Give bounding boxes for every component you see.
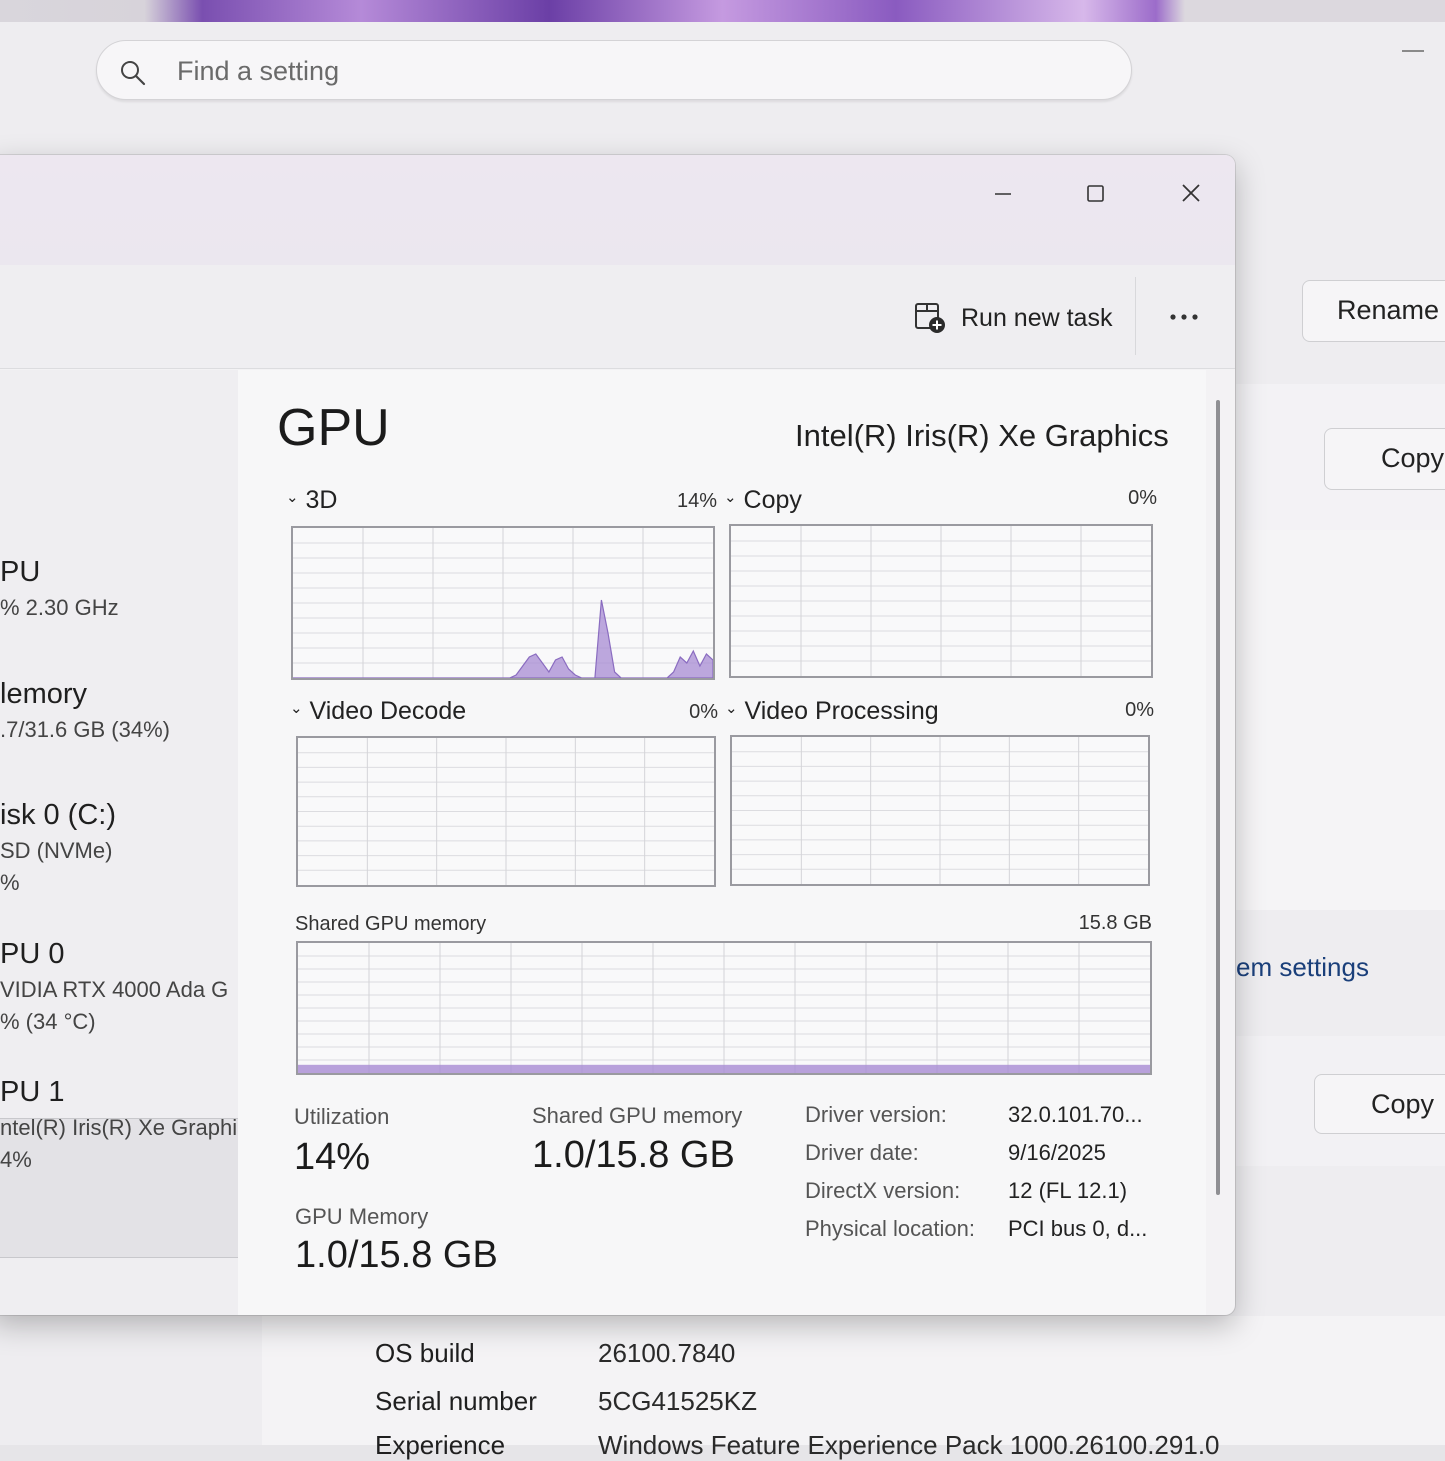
driver-date-label: Driver date: (805, 1140, 919, 1165)
pane-scrollbar[interactable] (1216, 400, 1220, 1195)
graph-copy (729, 524, 1153, 678)
graph-shared-memory (296, 941, 1152, 1075)
utilization-label: Utilization (294, 1104, 390, 1129)
sidebar-item-detail: 4% (0, 1147, 32, 1172)
sidebar-item-title: PU (0, 556, 41, 588)
engine-3d-percent: 14% (676, 490, 717, 512)
shared-gpu-memory-value: 1.0/15.8 GB (532, 1134, 735, 1176)
gpu-adapter-name: Intel(R) Iris(R) Xe Graphics (795, 418, 1169, 453)
engine-video-processing-selector[interactable]: ⌄ Video Processing (725, 697, 939, 726)
sidebar-item-detail: VIDIA RTX 4000 Ada G (0, 977, 229, 1002)
shared-memory-graph-max: 15.8 GB (1078, 912, 1152, 934)
spec-label-os-build: OS build (375, 1338, 475, 1368)
chevron-down-icon: ⌄ (725, 700, 738, 717)
engine-video-decode-selector[interactable]: ⌄ Video Decode (290, 697, 466, 726)
run-new-task-button[interactable]: Run new task (913, 293, 1112, 343)
gpu-memory-label: GPU Memory (295, 1204, 429, 1229)
close-icon[interactable] (1173, 167, 1229, 213)
shared-memory-usage-bar (298, 1064, 1150, 1073)
windows-specifications (262, 1316, 1445, 1445)
spec-label-experience: Experience (375, 1430, 506, 1460)
sidebar-item-disk-0[interactable]: isk 0 (C:) SD (NVMe) % (0, 799, 240, 896)
spec-value-os-build: 26100.7840 (598, 1338, 736, 1368)
sidebar-item-gpu-0[interactable]: PU 0 VIDIA RTX 4000 Ada G % (34 °C) (0, 938, 240, 1035)
graph-grid (731, 526, 1151, 676)
directx-version-value: 12 (FL 12.1) (1008, 1178, 1128, 1203)
sidebar-item-detail: % (34 °C) (0, 1009, 96, 1034)
directx-version-label: DirectX version: (805, 1178, 961, 1203)
engine-copy-percent: 0% (1128, 487, 1157, 509)
gpu-memory-value: 1.0/15.8 GB (295, 1234, 498, 1276)
copy-device-specs-button[interactable]: Copy (1324, 428, 1445, 490)
graph-3d-plot (293, 528, 713, 678)
rename-pc-button[interactable]: Rename (1302, 280, 1445, 342)
graph-copy-plot (731, 526, 1151, 676)
graph-video-processing-plot (732, 737, 1148, 884)
maximize-icon[interactable] (1078, 167, 1134, 213)
driver-version-value: 32.0.101.70... (1008, 1102, 1143, 1127)
page-title: GPU (277, 399, 390, 457)
run-task-icon (915, 303, 945, 333)
command-bar: Run new task (0, 265, 1235, 369)
minimize-icon[interactable] (985, 167, 1041, 213)
sidebar-item-title: lemory (0, 678, 88, 710)
sidebar-item-title: isk 0 (C:) (0, 799, 116, 831)
sidebar-item-detail: ntel(R) Iris(R) Xe Graphi (0, 1115, 238, 1140)
chevron-down-icon: ⌄ (724, 489, 737, 506)
sidebar-item-detail: % 2.30 GHz (0, 595, 119, 620)
engine-video-decode-label: Video Decode (309, 697, 467, 725)
run-new-task-label: Run new task (961, 303, 1113, 332)
sidebar-item-memory[interactable]: lemory .7/31.6 GB (34%) (0, 678, 240, 743)
sidebar-item-detail: .7/31.6 GB (34%) (0, 717, 170, 742)
engine-video-processing-label: Video Processing (744, 697, 939, 725)
engine-copy-selector[interactable]: ⌄ Copy (724, 486, 802, 515)
title-bar (0, 155, 1235, 265)
sidebar-item-gpu-1[interactable]: PU 1 ntel(R) Iris(R) Xe Graphi 4% (0, 1076, 240, 1173)
graph-video-decode-plot (298, 738, 714, 885)
sidebar-item-title: PU 1 (0, 1076, 65, 1108)
graph-3d (291, 526, 715, 680)
performance-sidebar: PU % 2.30 GHz lemory .7/31.6 GB (34%) is… (0, 370, 238, 1315)
command-separator (1135, 277, 1136, 355)
graph-grid (293, 528, 713, 678)
settings-panel-background (1236, 530, 1445, 910)
engine-copy-label: Copy (743, 486, 802, 514)
physical-location-label: Physical location: (805, 1216, 975, 1241)
chevron-down-icon: ⌄ (290, 700, 303, 717)
shared-gpu-memory-label: Shared GPU memory (532, 1103, 743, 1128)
spec-value-serial: 5CG41525KZ (598, 1386, 757, 1416)
sidebar-item-detail: SD (NVMe) (0, 838, 113, 863)
graph-video-decode (296, 736, 716, 887)
spec-value-experience: Windows Feature Experience Pack 1000.261… (598, 1430, 1220, 1460)
engine-3d-selector[interactable]: ⌄ 3D (286, 486, 338, 515)
driver-version-label: Driver version: (805, 1102, 947, 1127)
utilization-value: 14% (294, 1136, 371, 1178)
driver-date-value: 9/16/2025 (1008, 1140, 1106, 1165)
sidebar-item-title: PU 0 (0, 938, 65, 970)
engine-video-decode-percent: 0% (689, 701, 718, 723)
engine-video-processing-percent: 0% (1125, 699, 1154, 721)
sidebar-item-cpu[interactable]: PU % 2.30 GHz (0, 556, 240, 621)
spec-label-serial: Serial number (375, 1386, 537, 1416)
graph-video-processing (730, 735, 1150, 886)
graph-shared-memory-plot (298, 943, 1150, 1073)
graph-grid (732, 737, 1148, 884)
physical-location-value: PCI bus 0, d... (1008, 1216, 1148, 1241)
chevron-down-icon: ⌄ (286, 489, 299, 506)
settings-minimize-button[interactable] (1402, 50, 1424, 52)
search-placeholder: Find a setting (177, 56, 340, 86)
system-settings-link[interactable]: em settings (1236, 952, 1369, 983)
search-icon (121, 61, 146, 86)
graph-grid (298, 943, 1150, 1073)
engine-3d-label: 3D (305, 486, 338, 514)
more-options-icon[interactable] (1158, 285, 1210, 345)
copy-windows-specs-button[interactable]: Copy (1314, 1074, 1445, 1134)
settings-search-box[interactable]: Find a setting (96, 40, 1132, 100)
graph-grid (298, 738, 714, 885)
shared-memory-graph-label: Shared GPU memory (295, 913, 487, 935)
sidebar-item-detail: % (0, 870, 20, 895)
